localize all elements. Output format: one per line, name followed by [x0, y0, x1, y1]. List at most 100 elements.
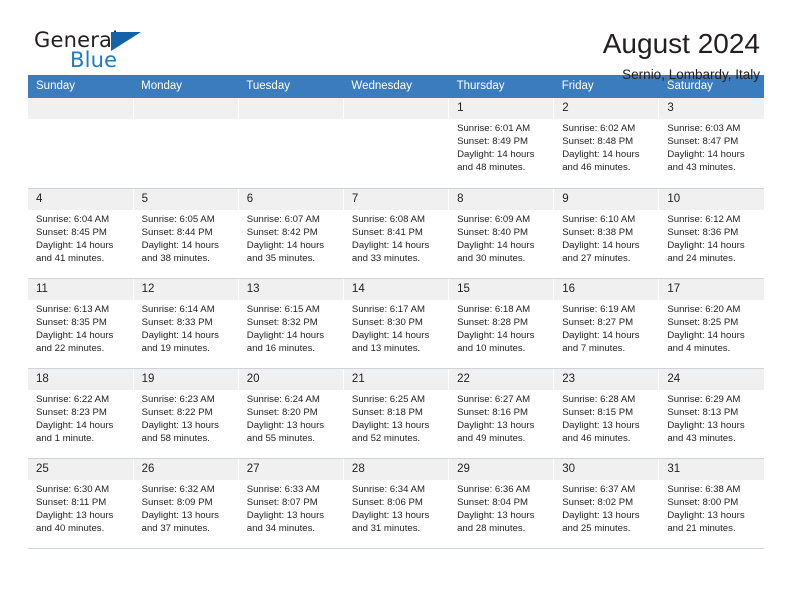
calendar-day-cell[interactable]: 10 Sunrise: 6:12 AM Sunset: 8:36 PM Dayligh… — [658, 188, 764, 279]
calendar-day-cell[interactable]: 23 Sunrise: 6:28 AM Sunset: 8:15 PM Dayligh… — [553, 368, 660, 459]
sunset-text: Sunset: 8:35 PM — [36, 316, 107, 328]
calendar-day-cell[interactable]: 13 Sunrise: 6:15 AM Sunset: 8:32 PM Dayligh… — [238, 278, 344, 369]
calendar-day-cell[interactable]: 22 Sunrise: 6:27 AM Sunset: 8:16 PM Dayligh… — [448, 368, 555, 459]
daylight-text: Daylight: 13 hours and 49 minutes. — [457, 419, 535, 444]
calendar-day-cell[interactable]: 25 Sunrise: 6:30 AM Sunset: 8:11 PM Dayligh… — [28, 458, 134, 549]
calendar-day-cell[interactable]: 27 Sunrise: 6:33 AM Sunset: 8:07 PM Dayligh… — [238, 458, 344, 549]
day-details: Sunrise: 6:33 AM Sunset: 8:07 PM Daylight:… — [239, 480, 343, 535]
calendar-day-cell[interactable]: 19 Sunrise: 6:23 AM Sunset: 8:22 PM Dayligh… — [133, 368, 239, 459]
calendar-day-cell[interactable]: 2 Sunrise: 6:02 AM Sunset: 8:48 PM Daylight… — [553, 98, 660, 189]
daylight-text: Daylight: 13 hours and 52 minutes. — [351, 419, 430, 444]
calendar-day-cell[interactable]: 3 Sunrise: 6:03 AM Sunset: 8:47 PM Daylight… — [658, 98, 764, 189]
day-number: 22 — [449, 368, 554, 390]
day-number: 31 — [659, 458, 764, 480]
sunset-text: Sunset: 8:49 PM — [457, 136, 528, 148]
day-number: 25 — [28, 458, 133, 480]
daylight-text: Daylight: 14 hours and 27 minutes. — [562, 239, 640, 264]
day-details: Sunrise: 6:13 AM Sunset: 8:35 PM Daylight:… — [28, 300, 133, 355]
day-number: 5 — [133, 188, 238, 210]
sunset-text: Sunset: 8:40 PM — [457, 226, 528, 238]
weekday-header-tuesday: Tuesday — [238, 75, 344, 98]
calendar-day-cell[interactable]: 14 Sunrise: 6:17 AM Sunset: 8:30 PM Dayligh… — [343, 278, 450, 369]
sunset-text: Sunset: 8:36 PM — [667, 226, 739, 238]
calendar-day-cell[interactable]: 29 Sunrise: 6:36 AM Sunset: 8:04 PM Dayligh… — [448, 458, 555, 549]
calendar-day-cell[interactable]: 9 Sunrise: 6:10 AM Sunset: 8:38 PM Daylight… — [553, 188, 660, 279]
day-number: 26 — [133, 458, 238, 480]
sunrise-text: Sunrise: 6:01 AM — [457, 123, 531, 134]
calendar-day-cell[interactable]: 18 Sunrise: 6:22 AM Sunset: 8:23 PM Dayligh… — [28, 368, 134, 459]
sunset-text: Sunset: 8:15 PM — [562, 406, 634, 418]
day-number: 19 — [133, 368, 238, 390]
day-number: 15 — [449, 278, 554, 300]
calendar-day-cell[interactable]: 28 Sunrise: 6:34 AM Sunset: 8:06 PM Dayligh… — [343, 458, 450, 549]
calendar-day-cell[interactable]: 24 Sunrise: 6:29 AM Sunset: 8:13 PM Dayligh… — [658, 368, 764, 459]
calendar-table: Sunday Monday Tuesday Wednesday Thursday… — [28, 75, 764, 549]
daylight-text: Daylight: 13 hours and 21 minutes. — [667, 509, 745, 534]
sunrise-text: Sunrise: 6:17 AM — [351, 303, 425, 315]
sunrise-text: Sunrise: 6:36 AM — [457, 483, 531, 495]
weekday-header-monday: Monday — [133, 75, 239, 98]
calendar-day-cell[interactable]: 7 Sunrise: 6:08 AM Sunset: 8:41 PM Daylight… — [343, 188, 450, 279]
calendar-day-cell[interactable]: 4 Sunrise: 6:04 AM Sunset: 8:45 PM Daylight… — [28, 188, 134, 279]
calendar-day-cell[interactable]: 26 Sunrise: 6:32 AM Sunset: 8:09 PM Dayligh… — [133, 458, 239, 549]
day-details: Sunrise: 6:19 AM Sunset: 8:27 PM Daylight:… — [554, 300, 658, 355]
sunrise-text: Sunrise: 6:03 AM — [667, 123, 741, 134]
day-number: 14 — [343, 278, 449, 300]
calendar-week-row: 25 Sunrise: 6:30 AM Sunset: 8:11 PM Dayligh… — [28, 458, 764, 549]
day-number: 30 — [554, 458, 659, 480]
calendar-day-cell[interactable]: 31 Sunrise: 6:38 AM Sunset: 8:00 PM Dayligh… — [658, 458, 764, 549]
sunset-text: Sunset: 8:38 PM — [562, 226, 634, 238]
calendar-day-cell[interactable]: 16 Sunrise: 6:19 AM Sunset: 8:27 PM Dayligh… — [553, 278, 660, 369]
calendar-day-cell[interactable]: 1 Sunrise: 6:01 AM Sunset: 8:49 PM Daylight… — [448, 98, 555, 189]
day-details: Sunrise: 6:12 AM Sunset: 8:36 PM Daylight:… — [659, 210, 764, 265]
calendar-day-cell[interactable]: 21 Sunrise: 6:25 AM Sunset: 8:18 PM Dayligh… — [343, 368, 450, 459]
sunrise-text: Sunrise: 6:28 AM — [562, 393, 636, 405]
sunrise-text: Sunrise: 6:18 AM — [457, 303, 531, 315]
day-number: 8 — [449, 188, 554, 210]
daylight-text: Daylight: 13 hours and 55 minutes. — [246, 419, 325, 444]
day-number: 20 — [238, 368, 343, 390]
sunrise-text: Sunrise: 6:23 AM — [141, 393, 215, 405]
calendar-cell-empty — [238, 98, 344, 189]
calendar-day-cell[interactable]: 11 Sunrise: 6:13 AM Sunset: 8:35 PM Dayligh… — [28, 278, 134, 369]
day-details: Sunrise: 6:22 AM Sunset: 8:23 PM Daylight:… — [28, 390, 133, 445]
day-number: 4 — [28, 188, 133, 210]
day-details: Sunrise: 6:38 AM Sunset: 8:00 PM Daylight:… — [659, 480, 764, 535]
sunrise-text: Sunrise: 6:22 AM — [36, 393, 110, 405]
day-details: Sunrise: 6:32 AM Sunset: 8:09 PM Daylight:… — [134, 480, 238, 535]
sunset-text: Sunset: 8:45 PM — [36, 226, 107, 238]
brand-name-blue: Blue — [70, 48, 118, 72]
sunrise-text: Sunrise: 6:34 AM — [351, 483, 425, 495]
sunset-text: Sunset: 8:20 PM — [246, 406, 318, 418]
calendar-day-cell[interactable]: 20 Sunrise: 6:24 AM Sunset: 8:20 PM Dayligh… — [238, 368, 344, 459]
calendar-day-cell[interactable]: 6 Sunrise: 6:07 AM Sunset: 8:42 PM Daylight… — [238, 188, 344, 279]
daylight-text: Daylight: 13 hours and 58 minutes. — [141, 419, 219, 444]
daylight-text: Daylight: 14 hours and 1 minute. — [36, 419, 114, 444]
day-number: 7 — [343, 188, 449, 210]
calendar-day-cell[interactable]: 30 Sunrise: 6:37 AM Sunset: 8:02 PM Dayligh… — [553, 458, 660, 549]
sunrise-text: Sunrise: 6:33 AM — [246, 483, 320, 495]
day-details: Sunrise: 6:25 AM Sunset: 8:18 PM Daylight:… — [344, 390, 448, 445]
sunset-text: Sunset: 8:44 PM — [141, 226, 213, 238]
day-details: Sunrise: 6:36 AM Sunset: 8:04 PM Daylight:… — [449, 480, 553, 535]
sunset-text: Sunset: 8:30 PM — [351, 316, 423, 328]
day-details: Sunrise: 6:24 AM Sunset: 8:20 PM Daylight:… — [239, 390, 343, 445]
sunrise-text: Sunrise: 6:08 AM — [351, 213, 425, 225]
daylight-text: Daylight: 14 hours and 24 minutes. — [667, 239, 745, 264]
calendar-day-cell[interactable]: 8 Sunrise: 6:09 AM Sunset: 8:40 PM Daylight… — [448, 188, 555, 279]
calendar-day-cell[interactable]: 17 Sunrise: 6:20 AM Sunset: 8:25 PM Dayligh… — [658, 278, 764, 369]
sunset-text: Sunset: 8:04 PM — [457, 496, 528, 508]
daylight-text: Daylight: 13 hours and 25 minutes. — [562, 509, 640, 534]
calendar-day-cell[interactable]: 15 Sunrise: 6:18 AM Sunset: 8:28 PM Dayligh… — [448, 278, 555, 369]
daylight-text: Daylight: 13 hours and 31 minutes. — [351, 509, 430, 534]
sunrise-text: Sunrise: 6:25 AM — [351, 393, 425, 405]
daylight-text: Daylight: 13 hours and 34 minutes. — [246, 509, 325, 534]
day-details: Sunrise: 6:37 AM Sunset: 8:02 PM Daylight:… — [554, 480, 658, 535]
calendar-day-cell[interactable]: 5 Sunrise: 6:05 AM Sunset: 8:44 PM Daylight… — [133, 188, 239, 279]
day-number: 13 — [238, 278, 343, 300]
sunset-text: Sunset: 8:41 PM — [351, 226, 423, 238]
brand-logo[interactable]: General Blue — [34, 28, 154, 76]
calendar-day-cell[interactable]: 12 Sunrise: 6:14 AM Sunset: 8:33 PM Dayligh… — [133, 278, 239, 369]
daylight-text: Daylight: 14 hours and 4 minutes. — [667, 329, 745, 354]
day-number: 12 — [133, 278, 238, 300]
